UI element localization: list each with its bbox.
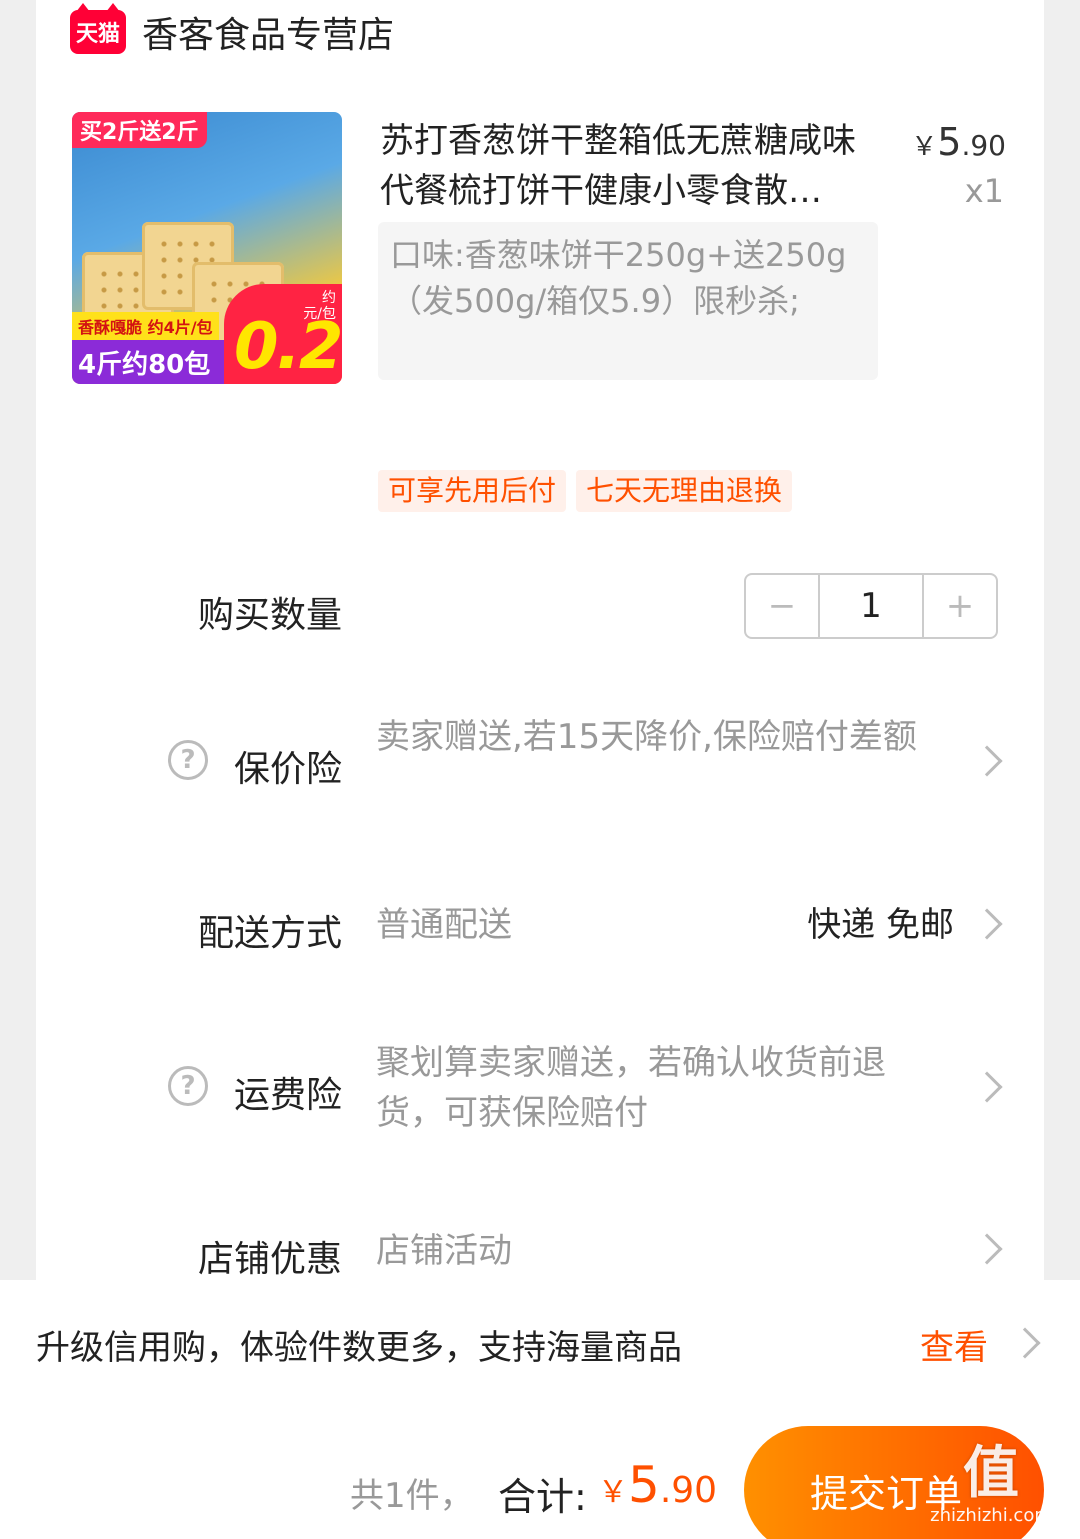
store-header[interactable]: 天猫 香客食品专营店	[70, 3, 395, 58]
price-integer: 5	[937, 120, 962, 164]
site-watermark: 值 zhizhizhi.com	[916, 1443, 1066, 1533]
total-currency: ￥	[598, 1475, 628, 1510]
product-image[interactable]: 买2斤送2斤 香酥嘎脆 约4片/包 4斤约80包 约 元/包 0.2	[72, 112, 342, 384]
shipping-insurance-value[interactable]: 聚划算卖家赠送，若确认收货前退货，可获保险赔付	[376, 1038, 946, 1138]
product-price: ￥5.90	[911, 120, 1006, 164]
store-discount-label: 店铺优惠	[197, 1239, 342, 1280]
chevron-right-icon[interactable]	[971, 908, 1003, 940]
price-decimal: .90	[961, 129, 1006, 162]
image-price-badge: 约 元/包 0.2	[224, 284, 342, 384]
price-currency: ￥	[911, 132, 938, 162]
credit-upgrade-bar[interactable]: 升级信用购，体验件数更多，支持海量商品 查看	[0, 1280, 1080, 1406]
delivery-label: 配送方式	[197, 913, 342, 954]
total-price: ￥5.90	[598, 1456, 717, 1514]
credit-view-link[interactable]: 查看	[920, 1320, 988, 1369]
credit-upgrade-text: 升级信用购，体验件数更多，支持海量商品	[36, 1328, 682, 1368]
price-protection-label: 保价险	[233, 749, 342, 790]
chevron-right-icon[interactable]	[971, 1233, 1003, 1265]
item-count: 共1件，	[350, 1476, 474, 1516]
product-title[interactable]: 苏打香葱饼干整箱低无蔗糖咸味代餐梳打饼干健康小零食散…	[380, 116, 880, 216]
chevron-right-icon[interactable]	[971, 745, 1003, 777]
total-integer: 5	[628, 1456, 660, 1514]
tag-return-policy: 七天无理由退换	[576, 470, 793, 512]
watermark-site: zhizhizhi.com	[930, 1505, 1052, 1526]
image-feature-banner: 香酥嘎脆 约4片/包	[72, 312, 219, 340]
store-discount-value[interactable]: 店铺活动	[376, 1226, 512, 1276]
watermark-mark: 值	[963, 1441, 1019, 1506]
delivery-value[interactable]: 快递 免邮	[807, 900, 954, 950]
question-icon[interactable]: ?	[168, 1066, 208, 1106]
plus-button[interactable]: +	[924, 575, 996, 637]
total-decimal: .90	[659, 1470, 718, 1511]
delivery-method: 普通配送	[376, 905, 512, 945]
tmall-logo-icon: 天猫	[70, 3, 126, 54]
chevron-right-icon[interactable]	[1009, 1327, 1041, 1359]
shipping-insurance-label: 运费险	[233, 1075, 342, 1116]
price-protection-value[interactable]: 卖家赠送,若15天降价,保险赔付差额	[376, 712, 956, 762]
tag-pay-later: 可享先用后付	[378, 470, 567, 512]
product-quantity: x1	[964, 172, 1004, 210]
service-tags: 可享先用后付 七天无理由退换	[378, 470, 793, 512]
image-price-value: 0.2	[234, 310, 342, 384]
product-sku[interactable]: 口味:香葱味饼干250g+送250g（发500g/箱仅5.9）限秒杀;	[378, 222, 878, 380]
quantity-label: 购买数量	[197, 595, 342, 636]
chevron-right-icon[interactable]	[971, 1071, 1003, 1103]
store-name: 香客食品专营店	[142, 15, 395, 56]
image-promo-banner: 买2斤送2斤	[72, 112, 207, 148]
question-icon[interactable]: ?	[168, 740, 208, 780]
order-card: 天猫 香客食品专营店 买2斤送2斤 香酥嘎脆 约4片/包 4斤约80包 约 元/…	[36, 0, 1044, 1280]
total-label: 合计:	[498, 1475, 587, 1519]
minus-button[interactable]: −	[746, 575, 818, 637]
quantity-stepper[interactable]: − 1 +	[744, 573, 998, 639]
image-pack-banner: 4斤约80包	[72, 340, 232, 384]
quantity-value[interactable]: 1	[818, 575, 924, 637]
